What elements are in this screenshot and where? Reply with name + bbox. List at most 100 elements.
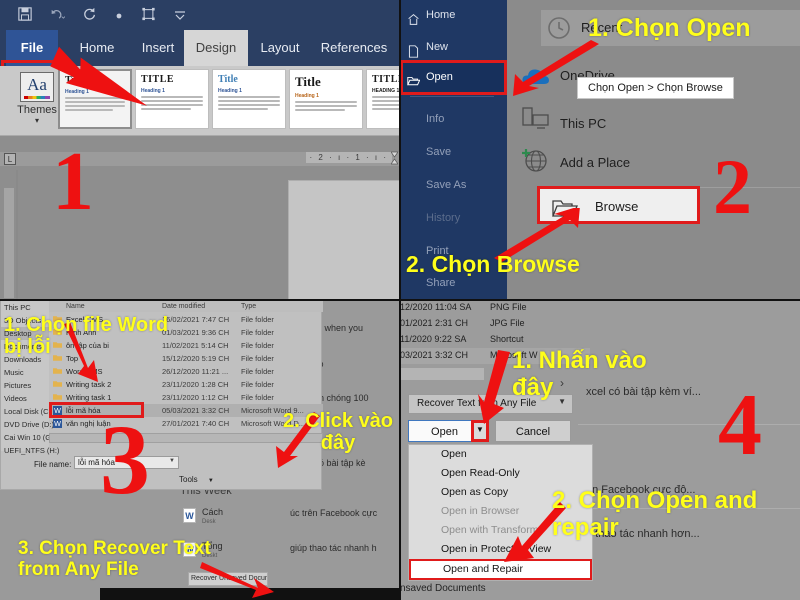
tutorial-collage: File Home Insert Design Layout Reference… (0, 0, 800, 600)
step-number-1: 1 (52, 135, 94, 228)
file-date: 23/11/2020 1:28 CH (162, 380, 229, 389)
place-label-this-pc[interactable]: This PC (560, 116, 606, 131)
tools-button[interactable]: Tools ▼ (179, 475, 214, 484)
column-date[interactable]: Date modified (162, 303, 205, 310)
redo-icon[interactable] (83, 7, 97, 24)
file-type: JPG File (490, 318, 525, 328)
panel-divider-horizontal (0, 299, 800, 301)
file-date: 01/2021 2:31 CH (400, 318, 469, 328)
tab-references[interactable]: References (312, 30, 396, 66)
vertical-ruler (4, 188, 14, 298)
panel-1-word-ribbon: File Home Insert Design Layout Reference… (0, 0, 400, 300)
pc-icon (521, 107, 551, 136)
style-thumb[interactable]: TITLE HEADING 1 (366, 69, 400, 129)
undo-icon[interactable] (50, 7, 66, 24)
menu-item-open-read-only[interactable]: Open Read-Only (409, 464, 592, 483)
nav-item[interactable]: Music (1, 366, 49, 379)
table-row[interactable]: 12/2020 11:04 SA PNG File (400, 300, 590, 316)
chevron-down-icon[interactable] (174, 7, 186, 23)
annotation-step-2: 2. Chọn Browse (406, 251, 580, 277)
style-heading: Heading 1 (295, 93, 319, 99)
arrow-to-open-item (513, 40, 599, 96)
file-type: File folder (241, 315, 274, 324)
column-type[interactable]: Type (241, 303, 256, 310)
page-left-edge (16, 170, 18, 300)
file-type: PNG File (490, 302, 527, 312)
nav-item[interactable]: Videos (1, 392, 49, 405)
annotation-step-2: 2. Chọn Open and repair (552, 487, 758, 541)
nav-item[interactable]: Pictures (1, 379, 49, 392)
tab-design[interactable]: Design (184, 30, 248, 66)
recent-doc-sub: Desk (202, 519, 216, 525)
browse-label: Browse (595, 199, 639, 214)
home-icon (407, 8, 420, 25)
file-type: File folder (241, 354, 274, 363)
recent-doc-title[interactable]: Cách (202, 507, 223, 517)
backstage-item-save-as[interactable]: Save As (400, 170, 507, 200)
file-type: File folder (241, 380, 274, 389)
file-date: 26/12/2020 11:21 ... (162, 367, 229, 376)
style-thumb[interactable]: Title Heading 1 (212, 69, 286, 129)
dot-icon[interactable] (115, 7, 123, 23)
document-page[interactable] (288, 180, 400, 300)
save-icon[interactable] (18, 6, 32, 24)
backstage-label: Info (426, 113, 445, 125)
globe-plus-icon (521, 147, 551, 178)
word-file-icon (183, 508, 196, 523)
annotation-step-2: 2. Click vào đây (282, 410, 394, 455)
backstage-label: New (426, 41, 449, 53)
style-title: Title (218, 74, 238, 85)
menu-item-open[interactable]: Open (409, 445, 592, 464)
tab-layout[interactable]: Layout (252, 30, 308, 66)
file-type: Shortcut (490, 334, 524, 344)
style-title: TITLE (372, 74, 400, 85)
backstage-item-home[interactable]: Home (400, 0, 507, 30)
backstage-label: Save As (426, 179, 467, 191)
backstage-label: Home (426, 9, 456, 21)
table-row[interactable]: 11/2020 9:22 SA Shortcut (400, 332, 590, 348)
style-title: Title (295, 74, 321, 89)
new-doc-icon (407, 40, 420, 58)
panel-4-open-and-repair: 12/2020 11:04 SA PNG File 01/2021 2:31 C… (400, 300, 800, 600)
step-number-2: 2 (713, 143, 752, 230)
word-icon: W (53, 419, 62, 428)
annotation-step-1: 1. Chọn Open (588, 14, 751, 42)
backstage-item-info[interactable]: Info (400, 104, 507, 134)
style-thumb[interactable]: Title Heading 1 (289, 69, 363, 129)
open-item-highlight-box (400, 60, 507, 95)
tab-stop-icon[interactable]: L (4, 153, 16, 165)
file-list-header: Name Date modified Type (49, 301, 323, 312)
file-type: File folder (241, 393, 274, 402)
file-date: 11/2020 9:22 SA (400, 334, 467, 344)
annotation-step-1: 1. Chọn file Word bị lỗi (4, 314, 169, 359)
nav-item[interactable]: Cai Win 10 (G:) (1, 431, 56, 444)
nav-item[interactable]: This PC (1, 301, 49, 314)
scrollbar-segment[interactable] (400, 368, 484, 380)
file-date: 03/2021 3:32 CH (400, 350, 469, 360)
nav-item[interactable]: DVD Drive (D:) O (1, 418, 62, 431)
chevron-down-icon[interactable]: ▼ (208, 478, 214, 484)
file-date: 23/11/2020 1:12 CH (162, 393, 229, 402)
column-name[interactable]: Name (66, 303, 85, 310)
object-icon[interactable] (141, 7, 156, 24)
indent-marker-icon[interactable] (390, 151, 399, 165)
panel-2-backstage-open: Home New Open Info Save Save As History … (400, 0, 800, 300)
step-number-4: 4 (718, 377, 762, 474)
file-type: File folder (241, 341, 274, 350)
annotation-step-1: 1. Nhấn vào đây (512, 347, 647, 401)
panel-3-open-dialog: that appears when you pham-ngu-lao c nha… (0, 300, 400, 600)
file-date: 12/2020 11:04 SA (400, 302, 472, 312)
file-date: 27/01/2021 7:40 CH (162, 419, 230, 428)
backstage-item-new[interactable]: New (400, 32, 507, 62)
backstage-item-save[interactable]: Save (400, 137, 507, 167)
nav-item[interactable]: Local Disk (C:) (1, 405, 53, 418)
file-date: 05/03/2021 3:32 CH (162, 406, 230, 415)
table-row[interactable]: 01/2021 2:31 CH JPG File (400, 316, 590, 332)
unsaved-documents-label[interactable]: nsaved Documents (400, 583, 486, 594)
filename-label: File name: (34, 460, 72, 469)
place-label-add-a-place[interactable]: Add a Place (560, 155, 630, 170)
chevron-down-icon[interactable]: ▼ (169, 458, 175, 464)
tools-label: Tools (179, 475, 198, 484)
style-heading: Heading 1 (218, 88, 242, 94)
style-heading: HEADING 1 (372, 88, 400, 94)
